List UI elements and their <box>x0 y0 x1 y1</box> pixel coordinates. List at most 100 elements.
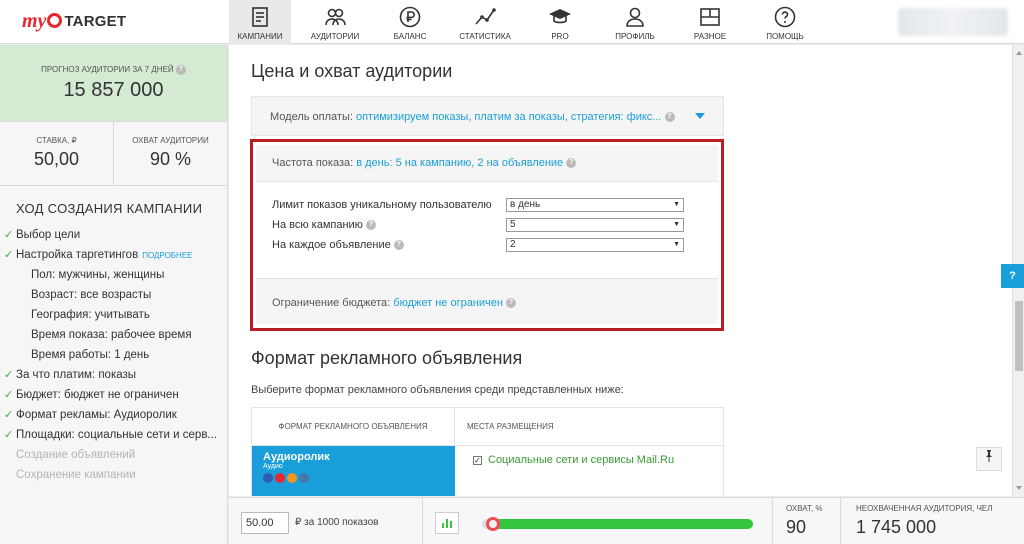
rate-coverage-panel: СТАВКА, ₽ 50,00 ОХВАТ АУДИТОРИИ 90 % <box>0 122 227 186</box>
ad-limit-label-wrap: На каждое объявление ? <box>272 239 506 251</box>
ad-limit-row: На каждое объявление ? 2 <box>272 238 684 252</box>
help-question-icon[interactable]: ? <box>365 220 376 231</box>
profile-icon <box>626 7 644 27</box>
budget-limit-label: Ограничение бюджета: <box>272 297 391 309</box>
nav-statistics-label: СТАТИСТИКА <box>459 32 511 41</box>
ad-format-row: Аудиоролик Аудио ✓ Социальные сети и сер… <box>252 446 723 496</box>
audiences-icon <box>325 8 346 26</box>
help-side-button[interactable]: ? <box>1001 264 1024 288</box>
expand-arrow-icon[interactable] <box>695 113 705 119</box>
misc-icon <box>700 8 720 26</box>
mytarget-platform-icon <box>275 473 285 483</box>
nav-profile[interactable]: ПРОФИЛЬ <box>604 0 666 44</box>
mytarget-logo[interactable]: my TARGET <box>22 10 126 33</box>
bid-input[interactable]: 50.00 <box>241 512 289 534</box>
step-label: География: учитывать <box>31 309 150 321</box>
step-detail-run-time: Время работы: 1 день <box>0 345 227 365</box>
coverage-stat: ОХВАТ АУДИТОРИИ 90 % <box>114 122 227 185</box>
step-label: Время показа: рабочее время <box>31 329 192 341</box>
campaign-limit-label-wrap: На всю кампанию ? <box>272 219 506 231</box>
nav-campaigns[interactable]: КАМПАНИИ <box>229 0 291 44</box>
payment-model-row[interactable]: Модель оплаты: оптимизируем показы, плат… <box>251 96 724 136</box>
frequency-settings: Лимит показов уникальному пользователю в… <box>256 182 718 278</box>
ad-limit-select[interactable]: 2 <box>506 238 684 252</box>
campaign-limit-label: На всю кампанию <box>272 219 363 231</box>
unreached-audience-value: 1 745 000 <box>856 517 937 537</box>
forecast-caption: ПРОГНОЗ АУДИТОРИИ ЗА 7 ДНЕЙ ? <box>0 65 227 75</box>
step-goal[interactable]: Выбор цели <box>0 225 227 245</box>
step-label: Настройка таргетингов <box>16 249 139 261</box>
step-placements[interactable]: Площадки: социальные сети и серв... <box>0 425 227 445</box>
forecast-label: ПРОГНОЗ АУДИТОРИИ ЗА 7 ДНЕЙ <box>41 65 174 75</box>
unreached-audience-stat: НЕОХВАЧЕННАЯ АУДИТОРИЯ, ЧЕЛ 1 745 000 <box>856 504 993 538</box>
rate-label: СТАВКА, ₽ <box>36 136 77 145</box>
unique-user-limit-select[interactable]: в день <box>506 198 684 212</box>
user-account-blurred[interactable] <box>898 8 1008 36</box>
divider <box>422 498 423 544</box>
help-question-icon[interactable]: ? <box>506 298 517 309</box>
ad-limit-label: На каждое объявление <box>272 239 391 251</box>
campaigns-icon <box>252 7 268 27</box>
help-question-icon[interactable]: ? <box>664 112 675 123</box>
bid-slider[interactable] <box>482 517 753 531</box>
nav-balance[interactable]: БАЛАНС <box>379 0 441 44</box>
budget-limit-row[interactable]: Ограничение бюджета: бюджет не ограничен… <box>256 278 718 324</box>
campaign-limit-row: На всю кампанию ? 5 <box>272 218 684 232</box>
bottom-bar: 50.00 ₽ за 1000 показов ОХВАТ, % 90 НЕОХ… <box>229 497 1024 544</box>
step-targeting[interactable]: Настройка таргетинговПОДРОБНЕЕ <box>0 245 227 265</box>
format-platform-icons <box>263 473 455 483</box>
nav-pro[interactable]: PRO <box>529 0 591 44</box>
nav-pro-label: PRO <box>551 32 569 41</box>
more-details-link[interactable]: ПОДРОБНЕЕ <box>142 251 192 260</box>
scroll-up-arrow-icon[interactable] <box>1016 51 1022 55</box>
top-bar: my TARGET КАМПАНИИ АУДИТОРИИ БАЛАНС СТАТ… <box>0 0 1024 44</box>
budget-limit-value[interactable]: бюджет не ограничен <box>393 297 503 309</box>
logo-target-text: TARGET <box>64 13 127 30</box>
nav-audiences[interactable]: АУДИТОРИИ <box>304 0 366 44</box>
unreached-audience-label: НЕОХВАЧЕННАЯ АУДИТОРИЯ, ЧЕЛ <box>856 504 993 513</box>
nav-campaigns-label: КАМПАНИИ <box>237 32 283 41</box>
help-icon <box>774 6 796 28</box>
campaign-limit-select[interactable]: 5 <box>506 218 684 232</box>
pin-button[interactable] <box>976 447 1002 471</box>
divider <box>840 498 841 544</box>
bid-chart-button[interactable] <box>435 512 459 534</box>
unique-user-limit-label: Лимит показов уникальному пользователю <box>272 199 492 211</box>
step-detail-geography: География: учитывать <box>0 305 227 325</box>
frequency-value[interactable]: в день: 5 на кампанию, 2 на объявление <box>356 157 563 169</box>
bar-chart-icon <box>442 519 452 528</box>
bottom-coverage-label: ОХВАТ, % <box>786 504 823 513</box>
step-budget[interactable]: Бюджет: бюджет не ограничен <box>0 385 227 405</box>
nav-misc[interactable]: РАЗНОЕ <box>679 0 741 44</box>
step-detail-age: Возраст: все возрасты <box>0 285 227 305</box>
scrollbar-thumb[interactable] <box>1015 301 1023 371</box>
frequency-row[interactable]: Частота показа: в день: 5 на кампанию, 2… <box>256 145 718 182</box>
step-ad-format[interactable]: Формат рекламы: Аудиоролик <box>0 405 227 425</box>
step-payment[interactable]: За что платим: показы <box>0 365 227 385</box>
ad-format-title: Формат рекламного объявления <box>251 348 523 368</box>
nav-help[interactable]: ПОМОЩЬ <box>754 0 816 44</box>
help-question-icon[interactable]: ? <box>393 240 404 251</box>
bid-slider-handle[interactable] <box>486 517 500 531</box>
placement-item[interactable]: ✓ Социальные сети и сервисы Mail.Ru <box>455 446 674 496</box>
placement-label: Социальные сети и сервисы Mail.Ru <box>488 454 675 466</box>
step-label: Площадки: социальные сети и серв... <box>16 429 218 441</box>
step-label: Создание объявлений <box>16 449 136 461</box>
placement-checkbox[interactable]: ✓ <box>473 456 482 465</box>
scroll-down-arrow-icon[interactable] <box>1016 486 1022 490</box>
format-name: Аудиоролик <box>263 451 330 463</box>
mail-platform-icon <box>263 473 273 483</box>
nav-audiences-label: АУДИТОРИИ <box>310 32 360 41</box>
nav-statistics[interactable]: СТАТИСТИКА <box>454 0 516 44</box>
nav-help-label: ПОМОЩЬ <box>766 32 804 41</box>
campaign-steps-list: Выбор цели Настройка таргетинговПОДРОБНЕ… <box>0 225 227 485</box>
pin-icon <box>986 450 992 462</box>
frequency-section-highlight: Частота показа: в день: 5 на кампанию, 2… <box>250 139 724 331</box>
audio-format-card[interactable]: Аудиоролик Аудио <box>252 446 455 496</box>
bottom-coverage-value: 90 <box>786 517 807 537</box>
help-question-icon[interactable]: ? <box>566 158 577 169</box>
help-question-icon[interactable]: ? <box>175 65 186 75</box>
step-label: Пол: мужчины, женщины <box>31 269 165 281</box>
payment-model-value[interactable]: оптимизируем показы, платим за показы, с… <box>356 111 662 123</box>
step-detail-gender: Пол: мужчины, женщины <box>0 265 227 285</box>
